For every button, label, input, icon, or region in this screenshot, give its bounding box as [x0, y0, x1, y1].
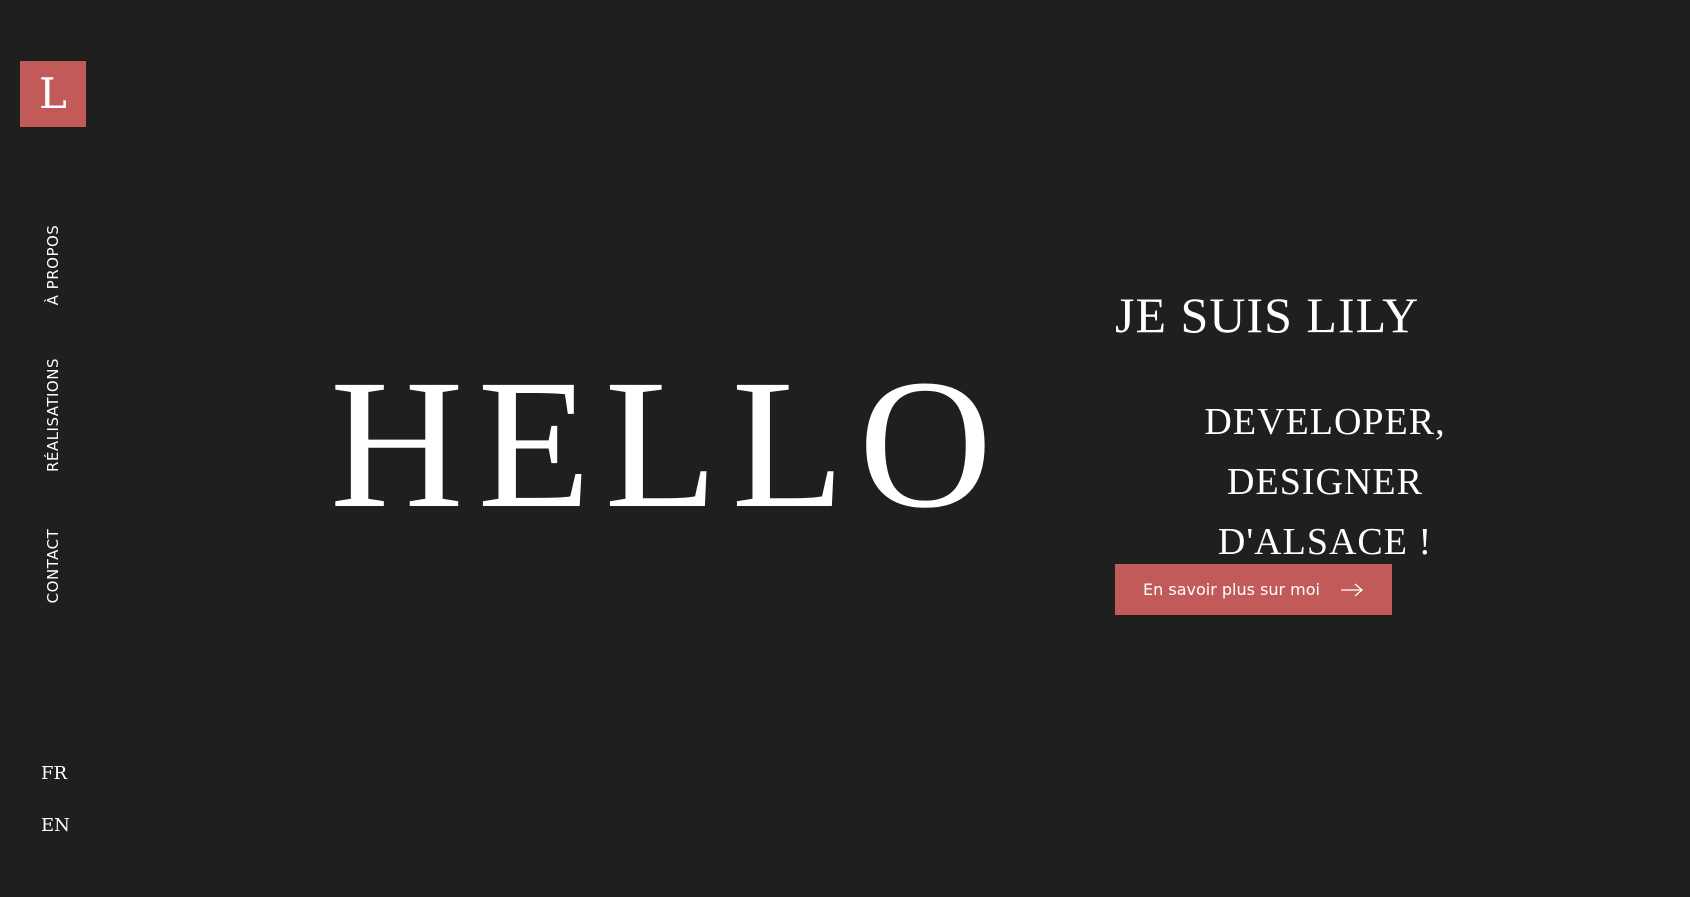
language-fr-link[interactable]: FR — [41, 763, 67, 784]
learn-more-label: En savoir plus sur moi — [1143, 580, 1320, 599]
hero-role-line-1: DEVELOPER, DESIGNER — [1204, 401, 1446, 503]
nav-item-a-propos[interactable]: À PROPOS — [44, 225, 62, 306]
page: L À PROPOS RÉALISATIONS CONTACT FR EN HE… — [0, 0, 1690, 897]
hero-role-text: DEVELOPER, DESIGNER D'ALSACE ! — [1115, 392, 1535, 572]
logo-letter: L — [39, 69, 67, 118]
learn-more-button[interactable]: En savoir plus sur moi — [1115, 564, 1392, 615]
hero-role-line-2: D'ALSACE ! — [1217, 521, 1433, 563]
hero-name-heading: JE SUIS LILY — [1115, 287, 1420, 343]
logo-button[interactable]: L — [20, 61, 86, 127]
hero-hello-heading: HELLO — [330, 342, 1007, 547]
nav-item-contact[interactable]: CONTACT — [44, 529, 62, 604]
arrow-right-icon — [1340, 583, 1364, 597]
hero-intro: JE SUIS LILY DEVELOPER, DESIGNER D'ALSAC… — [1115, 290, 1545, 572]
language-en-link[interactable]: EN — [41, 815, 70, 836]
nav-item-realisations[interactable]: RÉALISATIONS — [44, 358, 62, 472]
